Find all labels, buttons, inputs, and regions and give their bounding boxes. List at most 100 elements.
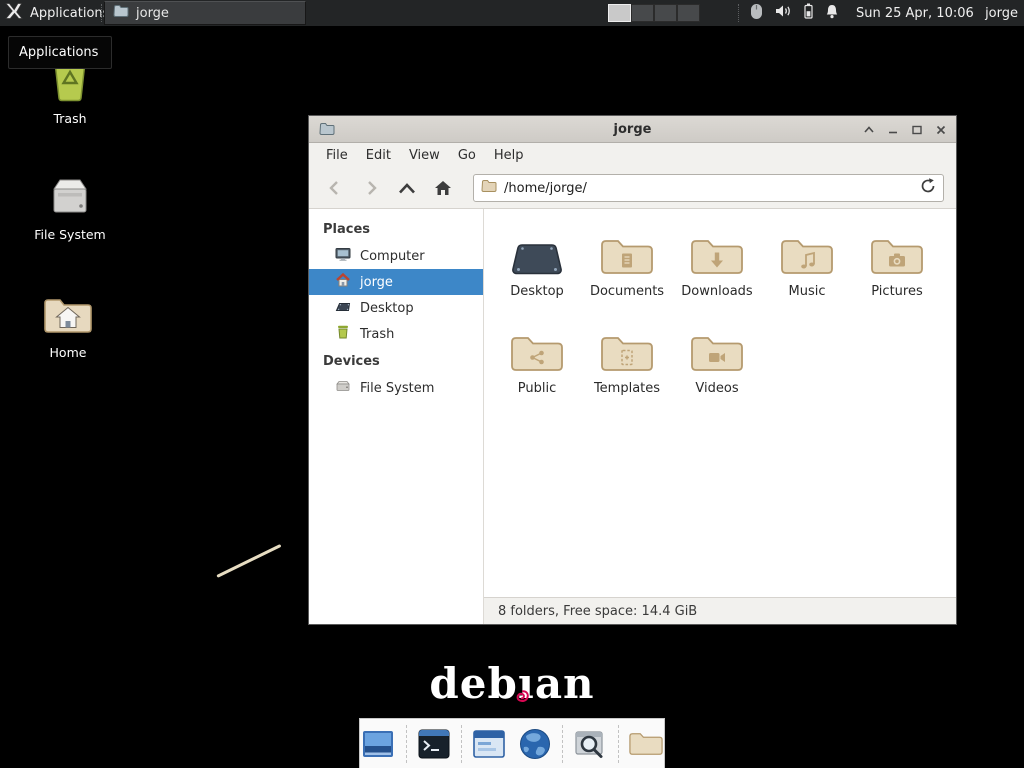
volume-icon[interactable] bbox=[775, 4, 792, 22]
file-item-label: Templates bbox=[594, 381, 660, 396]
dock-separator bbox=[461, 725, 462, 763]
desktop-icon-label: Trash bbox=[53, 111, 86, 126]
sidebar-section-devices: Devices bbox=[309, 347, 483, 375]
sidebar-item-trash[interactable]: Trash bbox=[309, 321, 483, 347]
titlebar[interactable]: jorge bbox=[309, 116, 956, 143]
trash-icon bbox=[335, 324, 351, 344]
back-button[interactable] bbox=[321, 174, 349, 202]
workspace-2[interactable] bbox=[631, 4, 654, 22]
folder-icon bbox=[869, 219, 925, 281]
desktop-icon-label: Home bbox=[50, 345, 87, 360]
mouse-icon[interactable] bbox=[750, 3, 763, 24]
panel-separator bbox=[101, 4, 102, 22]
workspace-1[interactable] bbox=[608, 4, 631, 22]
desktop-icon bbox=[335, 298, 351, 318]
folder-icon bbox=[481, 178, 497, 198]
menu-view[interactable]: View bbox=[400, 143, 449, 168]
sidebar-item-label: Trash bbox=[360, 327, 394, 342]
file-item-label: Public bbox=[518, 381, 556, 396]
toolbar: /home/jorge/ bbox=[309, 168, 956, 209]
taskbar-button[interactable]: jorge bbox=[104, 1, 306, 25]
sidebar-item-label: File System bbox=[360, 381, 434, 396]
home-icon bbox=[335, 272, 351, 292]
dock-item-settings-window[interactable] bbox=[471, 725, 508, 763]
dock-item-desktop[interactable] bbox=[360, 725, 397, 763]
file-item-label: Pictures bbox=[871, 284, 922, 299]
statusbar: 8 folders, Free space: 14.4 GiB bbox=[484, 597, 956, 624]
dock-separator bbox=[406, 725, 407, 763]
sidebar-item-file-system[interactable]: File System bbox=[309, 375, 483, 401]
applications-label: Applications bbox=[30, 6, 109, 21]
file-item-pictures[interactable]: Pictures bbox=[852, 219, 942, 316]
dock-item-terminal[interactable] bbox=[416, 725, 453, 763]
shade-button[interactable] bbox=[861, 122, 876, 137]
file-item-documents[interactable]: Documents bbox=[582, 219, 672, 316]
file-item-videos[interactable]: Videos bbox=[672, 316, 762, 413]
wallpaper-swirl-line bbox=[216, 544, 281, 578]
debian-swirl-icon bbox=[516, 665, 529, 713]
sidebar-item-jorge[interactable]: jorge bbox=[309, 269, 483, 295]
debian-logo-i: ı bbox=[518, 660, 535, 708]
file-item-label: Desktop bbox=[510, 284, 564, 299]
bottom-dock bbox=[359, 718, 665, 768]
dock-separator bbox=[618, 725, 619, 763]
file-item-label: Videos bbox=[695, 381, 738, 396]
sidebar-item-desktop[interactable]: Desktop bbox=[309, 295, 483, 321]
dock-item-web-browser[interactable] bbox=[517, 725, 554, 763]
dock-item-file-manager[interactable] bbox=[628, 725, 665, 763]
folder-icon bbox=[113, 3, 129, 23]
system-tray bbox=[750, 0, 839, 26]
clock[interactable]: Sun 25 Apr, 10:06 bbox=[856, 0, 974, 26]
file-manager-window: jorge File Edit View Go Help /home/jorge… bbox=[308, 115, 957, 625]
dock-separator bbox=[562, 725, 563, 763]
close-button[interactable] bbox=[933, 122, 948, 137]
top-panel: Applications jorge Sun 25 Apr, 10:06 jor… bbox=[0, 0, 1024, 26]
notifications-bell-icon[interactable] bbox=[825, 4, 839, 23]
menu-go[interactable]: Go bbox=[449, 143, 485, 168]
location-bar[interactable]: /home/jorge/ bbox=[473, 174, 944, 202]
file-item-downloads[interactable]: Downloads bbox=[672, 219, 762, 316]
folder-icon bbox=[689, 219, 745, 281]
file-item-desktop[interactable]: Desktop bbox=[492, 219, 582, 316]
forward-button[interactable] bbox=[357, 174, 385, 202]
folder-icon bbox=[599, 219, 655, 281]
drive-icon bbox=[335, 378, 351, 398]
menubar: File Edit View Go Help bbox=[309, 143, 956, 168]
menu-help[interactable]: Help bbox=[485, 143, 533, 168]
file-item-templates[interactable]: Templates bbox=[582, 316, 672, 413]
battery-icon[interactable] bbox=[804, 3, 813, 23]
sidebar-item-label: jorge bbox=[360, 275, 393, 290]
sidebar-item-computer[interactable]: Computer bbox=[309, 243, 483, 269]
file-item-label: Music bbox=[789, 284, 826, 299]
minimize-button[interactable] bbox=[885, 122, 900, 137]
file-item-label: Documents bbox=[590, 284, 664, 299]
taskbar-button-label: jorge bbox=[136, 6, 169, 21]
applications-tooltip: Applications bbox=[8, 36, 112, 69]
menu-edit[interactable]: Edit bbox=[357, 143, 400, 168]
folder-icon bbox=[689, 316, 745, 378]
file-item-public[interactable]: Public bbox=[492, 316, 582, 413]
workspace-pager[interactable] bbox=[608, 4, 700, 22]
sidebar-item-label: Computer bbox=[360, 249, 425, 264]
desktop-icon-file-system[interactable]: File System bbox=[26, 176, 114, 242]
folder-icon bbox=[599, 316, 655, 378]
folder-grid: Desktop Documents Downloads Music Pictures Pu… bbox=[484, 209, 956, 597]
panel-separator bbox=[738, 4, 739, 22]
maximize-button[interactable] bbox=[909, 122, 924, 137]
statusbar-text: 8 folders, Free space: 14.4 GiB bbox=[498, 604, 697, 619]
xfce-menu-icon bbox=[5, 3, 23, 23]
workspace-4[interactable] bbox=[677, 4, 700, 22]
menu-file[interactable]: File bbox=[317, 143, 357, 168]
workspace-3[interactable] bbox=[654, 4, 677, 22]
reload-icon[interactable] bbox=[920, 178, 936, 198]
desktop-icon-home[interactable]: Home bbox=[24, 296, 112, 360]
file-item-music[interactable]: Music bbox=[762, 219, 852, 316]
debian-logo: debıan bbox=[0, 660, 1024, 708]
tooltip-text: Applications bbox=[19, 45, 98, 60]
up-button[interactable] bbox=[393, 174, 421, 202]
window-title: jorge bbox=[309, 116, 956, 143]
location-path[interactable]: /home/jorge/ bbox=[504, 181, 913, 196]
username-label[interactable]: jorge bbox=[985, 0, 1018, 26]
home-button[interactable] bbox=[429, 174, 457, 202]
dock-item-app-finder[interactable] bbox=[572, 725, 609, 763]
